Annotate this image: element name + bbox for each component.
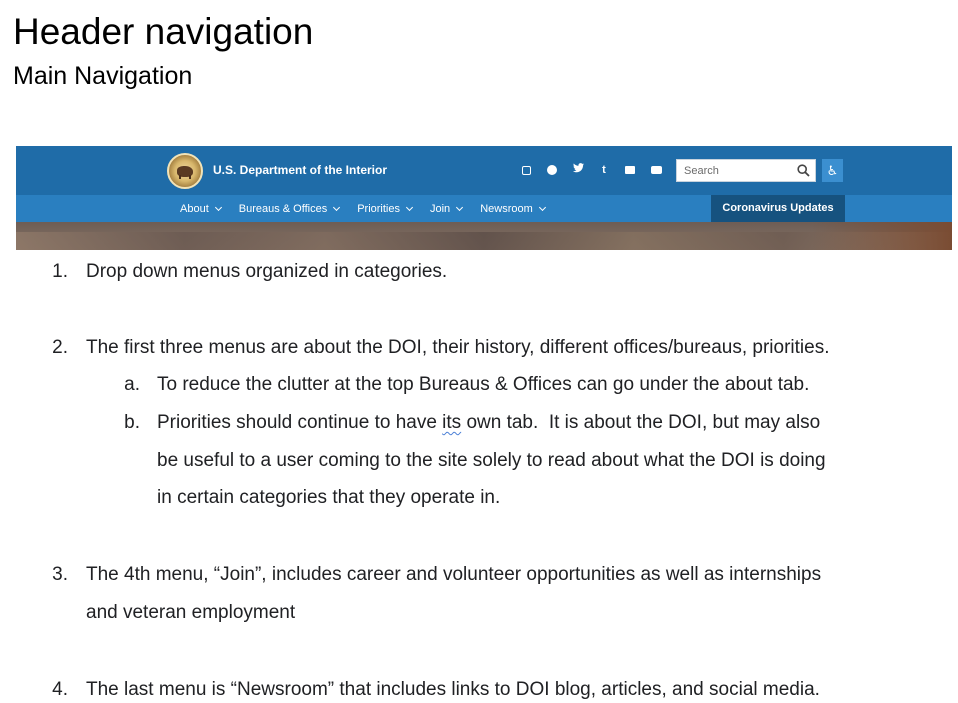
youtube-icon[interactable] xyxy=(643,163,669,177)
coronavirus-updates-button[interactable]: Coronavirus Updates xyxy=(711,195,845,222)
list-number: 1. xyxy=(52,261,68,282)
nav-label: About xyxy=(180,202,209,215)
tumblr-icon[interactable]: t xyxy=(591,163,617,177)
list-text-line: The 4th menu, “Join”, includes career an… xyxy=(86,564,822,585)
accessibility-icon[interactable]: ♿ xyxy=(822,159,843,182)
list-text: Drop down menus organized in categories. xyxy=(86,261,448,282)
bison-legs xyxy=(179,175,191,179)
nav-item-bureaus-offices[interactable]: Bureaus & Offices xyxy=(238,202,341,215)
doc-title: Header navigation xyxy=(13,11,314,52)
spellcheck-flagged-word: its xyxy=(442,412,462,433)
chevron-down-icon xyxy=(214,203,222,211)
nav-label: Priorities xyxy=(357,202,400,215)
nav-menu: About Bureaus & Offices Priorities Join … xyxy=(180,195,563,222)
chevron-down-icon xyxy=(405,203,414,211)
search-icon[interactable] xyxy=(797,164,810,177)
twitter-icon[interactable] xyxy=(565,163,591,177)
facebook-icon[interactable] xyxy=(539,163,565,177)
doc-subtitle: Main Navigation xyxy=(13,62,193,90)
nav-label: Join xyxy=(430,202,451,215)
list-text-line: Priorities should continue to have its o… xyxy=(157,404,820,441)
nav-item-newsroom[interactable]: Newsroom xyxy=(480,202,546,215)
nav-label: Newsroom xyxy=(480,202,533,215)
list-number: 3. xyxy=(52,564,68,585)
main-nav-bar: About Bureaus & Offices Priorities Join … xyxy=(16,195,952,222)
list-text-line: be useful to a user coming to the site s… xyxy=(157,450,826,471)
list-text-line: and veteran employment xyxy=(86,602,296,623)
brand-name[interactable]: U.S. Department of the Interior xyxy=(213,163,387,177)
list-text-line: in certain categories that they operate … xyxy=(157,487,501,508)
doi-seal-logo[interactable] xyxy=(167,153,203,189)
list-text: To reduce the clutter at the top Bureaus… xyxy=(157,374,810,395)
hero-shade xyxy=(812,222,952,250)
chevron-down-icon xyxy=(456,203,464,211)
nav-item-priorities[interactable]: Priorities xyxy=(357,202,414,215)
chevron-down-icon xyxy=(538,203,546,211)
list-text: The last menu is “Newsroom” that include… xyxy=(86,679,820,700)
flickr-icon[interactable] xyxy=(617,163,643,177)
nav-item-about[interactable]: About xyxy=(180,202,222,215)
list-letter: a. xyxy=(124,374,140,395)
search-input[interactable] xyxy=(677,160,789,181)
search-field xyxy=(676,159,816,182)
list-letter: b. xyxy=(124,412,140,433)
list-text: The first three menus are about the DOI,… xyxy=(86,337,830,358)
social-links: t xyxy=(513,163,669,177)
instagram-icon[interactable] xyxy=(513,163,539,177)
header-top-bar: U.S. Department of the Interior t ♿ xyxy=(16,146,952,195)
list-number: 2. xyxy=(52,337,68,358)
nav-label: Bureaus & Offices xyxy=(238,202,328,215)
text-segment: Priorities should continue to have xyxy=(157,412,443,433)
text-segment: own tab. It is about the DOI, but may al… xyxy=(461,412,821,433)
embedded-screenshot: U.S. Department of the Interior t ♿ Abou… xyxy=(16,146,952,250)
hero-image xyxy=(16,222,952,250)
list-number: 4. xyxy=(52,679,68,700)
chevron-down-icon xyxy=(333,203,341,211)
nav-item-join[interactable]: Join xyxy=(430,202,464,215)
